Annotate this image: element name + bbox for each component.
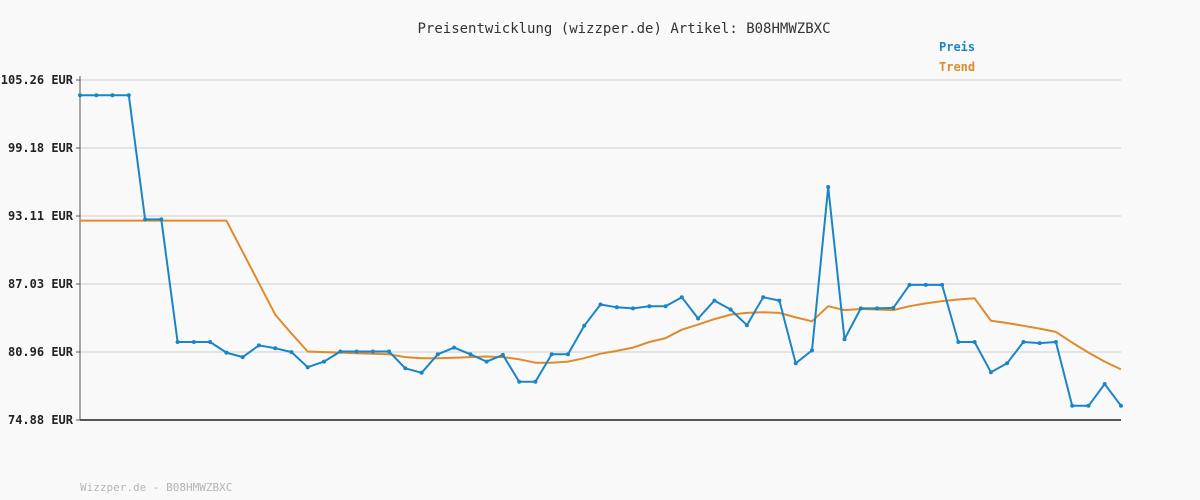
data-point-preis: [744, 323, 749, 328]
data-point-preis: [370, 349, 375, 354]
data-point-preis: [419, 370, 424, 375]
data-point-preis: [875, 306, 879, 311]
data-point-preis: [403, 366, 408, 371]
data-point-preis: [940, 282, 945, 287]
data-point-preis: [923, 282, 928, 287]
data-point-preis: [208, 340, 213, 344]
data-point-preis: [1021, 340, 1026, 344]
legend-entry-trend: Trend: [939, 60, 975, 74]
data-point-preis: [1053, 340, 1058, 344]
y-axis-tick-labels: 105.26 EUR 99.18 EUR 93.11 EUR 87.03 EUR 80.…: [1, 73, 80, 427]
data-point-preis: [110, 93, 115, 98]
data-point-preis: [1086, 403, 1091, 408]
data-point-preis: [533, 379, 538, 384]
data-point-preis: [793, 361, 798, 366]
data-point-preis: [647, 304, 652, 309]
footer-credit: Wizzper.de - B08HMWZBXC: [80, 481, 232, 494]
data-point-preis: [614, 305, 619, 310]
series-points: [78, 93, 1123, 408]
data-point-preis: [159, 217, 164, 222]
data-point-preis: [256, 343, 261, 348]
y-tick-label: 74.88 EUR: [8, 413, 74, 427]
data-point-preis: [338, 349, 343, 354]
data-point-preis: [956, 340, 961, 344]
data-point-preis: [94, 93, 99, 98]
y-tick-label: 105.26 EUR: [1, 73, 74, 87]
data-point-preis: [435, 352, 440, 357]
data-point-preis: [500, 352, 505, 357]
data-point-preis: [972, 340, 977, 344]
data-point-preis: [810, 348, 814, 353]
gridlines: [80, 79, 1121, 353]
data-point-preis: [387, 349, 391, 354]
data-point-preis: [175, 340, 180, 344]
data-point-preis: [598, 302, 603, 307]
y-tick-label: 87.03 EUR: [8, 277, 74, 291]
data-point-preis: [696, 316, 701, 321]
series-line-preis: [80, 94, 1122, 407]
data-point-preis: [452, 345, 457, 350]
data-point-preis: [322, 359, 326, 364]
data-point-preis: [891, 305, 896, 310]
y-tick-label: 80.96 EUR: [8, 345, 74, 359]
data-point-preis: [305, 365, 310, 370]
data-point-preis: [517, 379, 522, 384]
y-tick-label: 99.18 EUR: [8, 141, 74, 155]
data-point-preis: [761, 295, 766, 300]
data-point-preis: [224, 350, 229, 355]
chart-title: Preisentwicklung (wizzper.de) Artikel: B…: [417, 21, 830, 37]
data-point-preis: [712, 298, 717, 303]
data-point-preis: [126, 93, 131, 98]
data-point-preis: [1005, 361, 1010, 366]
data-point-preis: [858, 306, 863, 311]
data-point-preis: [468, 352, 473, 357]
data-point-preis: [289, 350, 294, 355]
data-point-preis: [1070, 403, 1075, 408]
data-point-preis: [191, 340, 196, 344]
data-point-preis: [78, 93, 82, 98]
data-point-preis: [777, 298, 782, 303]
legend-entry-preis: Preis: [939, 40, 975, 54]
data-point-preis: [273, 346, 278, 351]
data-point-preis: [1037, 341, 1042, 346]
y-tick-label: 93.11 EUR: [8, 209, 74, 223]
data-point-preis: [484, 359, 489, 364]
data-point-preis: [1119, 403, 1123, 408]
data-point-preis: [549, 352, 554, 357]
data-point-preis: [354, 349, 359, 354]
data-point-preis: [582, 323, 587, 328]
data-point-preis: [988, 370, 993, 375]
data-point-preis: [143, 217, 148, 222]
series-lines: [80, 94, 1122, 407]
data-point-preis: [907, 282, 912, 287]
data-point-preis: [631, 306, 635, 311]
data-point-preis: [566, 352, 570, 357]
data-point-preis: [826, 185, 831, 189]
data-point-preis: [1102, 382, 1107, 386]
data-point-preis: [679, 295, 684, 300]
data-point-preis: [663, 304, 668, 309]
series-line-trend: [80, 219, 1122, 371]
data-point-preis: [842, 337, 847, 342]
data-point-preis: [728, 307, 733, 312]
data-point-preis: [240, 355, 245, 360]
price-chart: Preisentwicklung (wizzper.de) Artikel: B…: [1, 21, 1123, 494]
